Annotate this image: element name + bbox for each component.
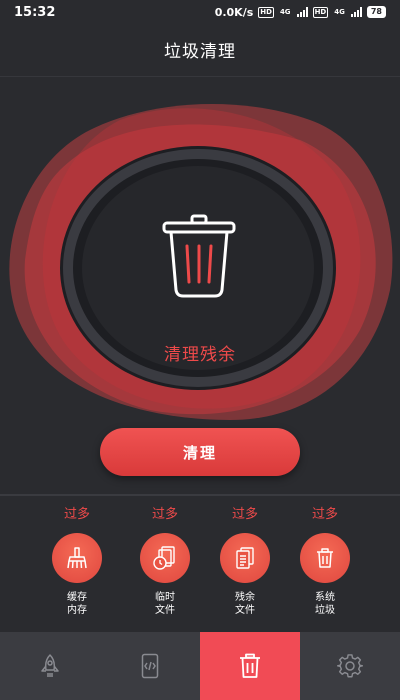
category-status: 过多 <box>151 507 178 522</box>
hd-badge-2: HD <box>312 6 329 18</box>
bottom-nav <box>0 632 400 700</box>
battery-icon: 78 <box>366 6 386 18</box>
category-label-line2: 文件 <box>235 605 255 616</box>
category-button[interactable] <box>300 533 350 583</box>
category-status: 过多 <box>311 507 338 522</box>
network-speed: 0.0K/s <box>214 5 254 19</box>
clean-button[interactable]: 清理 <box>100 428 300 476</box>
category-label-line1: 缓存 <box>67 592 87 603</box>
category-residual-files[interactable]: 过多 残余 文件 <box>205 505 285 617</box>
category-label: 临时 文件 <box>125 591 205 617</box>
nav-item-settings[interactable] <box>300 632 400 700</box>
network-type-badge: 4G <box>279 7 291 16</box>
signal-icon-2 <box>350 7 362 17</box>
category-button[interactable] <box>140 533 190 583</box>
category-label-line1: 系统 <box>315 592 335 603</box>
category-list: 过多 缓存 内存 过多 临时 文件 过多 残余 文件 过多 系统 垃圾 <box>0 505 400 625</box>
status-time: 15:32 <box>14 4 56 20</box>
gear-icon <box>337 654 363 678</box>
category-status: 过多 <box>63 507 90 522</box>
category-label: 系统 垃圾 <box>285 591 365 617</box>
hero-graphic: 清理残余 <box>0 90 400 430</box>
hero-blob-graphic <box>9 103 393 421</box>
category-cache-memory[interactable]: 过多 缓存 内存 <box>37 505 117 617</box>
network-type-badge-2: 4G <box>334 7 345 16</box>
category-system-junk[interactable]: 过多 系统 垃圾 <box>285 505 365 617</box>
phone-code-icon <box>141 653 159 679</box>
document-icon <box>236 547 254 569</box>
hd-badge: HD <box>258 6 274 18</box>
category-temp-files[interactable]: 过多 临时 文件 <box>125 505 205 617</box>
nav-item-speedup[interactable] <box>0 632 100 700</box>
category-label-line1: 残余 <box>235 592 255 603</box>
nav-item-phone[interactable] <box>100 632 200 700</box>
section-divider <box>0 494 400 496</box>
category-label-line2: 垃圾 <box>315 605 335 616</box>
header-divider <box>0 76 400 77</box>
category-label: 残余 文件 <box>205 591 285 617</box>
trash-icon <box>317 548 333 568</box>
temp-files-icon <box>153 546 175 570</box>
category-button[interactable] <box>220 533 270 583</box>
hero-label: 清理残余 <box>164 345 236 365</box>
category-label-line2: 文件 <box>155 605 175 616</box>
category-label-line1: 临时 <box>155 592 175 603</box>
rocket-icon <box>41 654 59 677</box>
category-status: 过多 <box>231 507 258 522</box>
broom-icon <box>67 547 87 569</box>
category-label-line2: 内存 <box>67 605 87 616</box>
signal-icon <box>296 7 308 17</box>
status-bar: 15:32 0.0K/s HD 4G HD 4G 78 <box>0 0 400 24</box>
trash-icon <box>240 653 260 678</box>
category-button[interactable] <box>52 533 102 583</box>
category-label: 缓存 内存 <box>37 591 117 617</box>
page-title: 垃圾清理 <box>164 41 236 62</box>
status-indicators: 0.0K/s HD 4G HD 4G 78 <box>215 6 386 19</box>
nav-item-clean[interactable] <box>200 632 300 700</box>
